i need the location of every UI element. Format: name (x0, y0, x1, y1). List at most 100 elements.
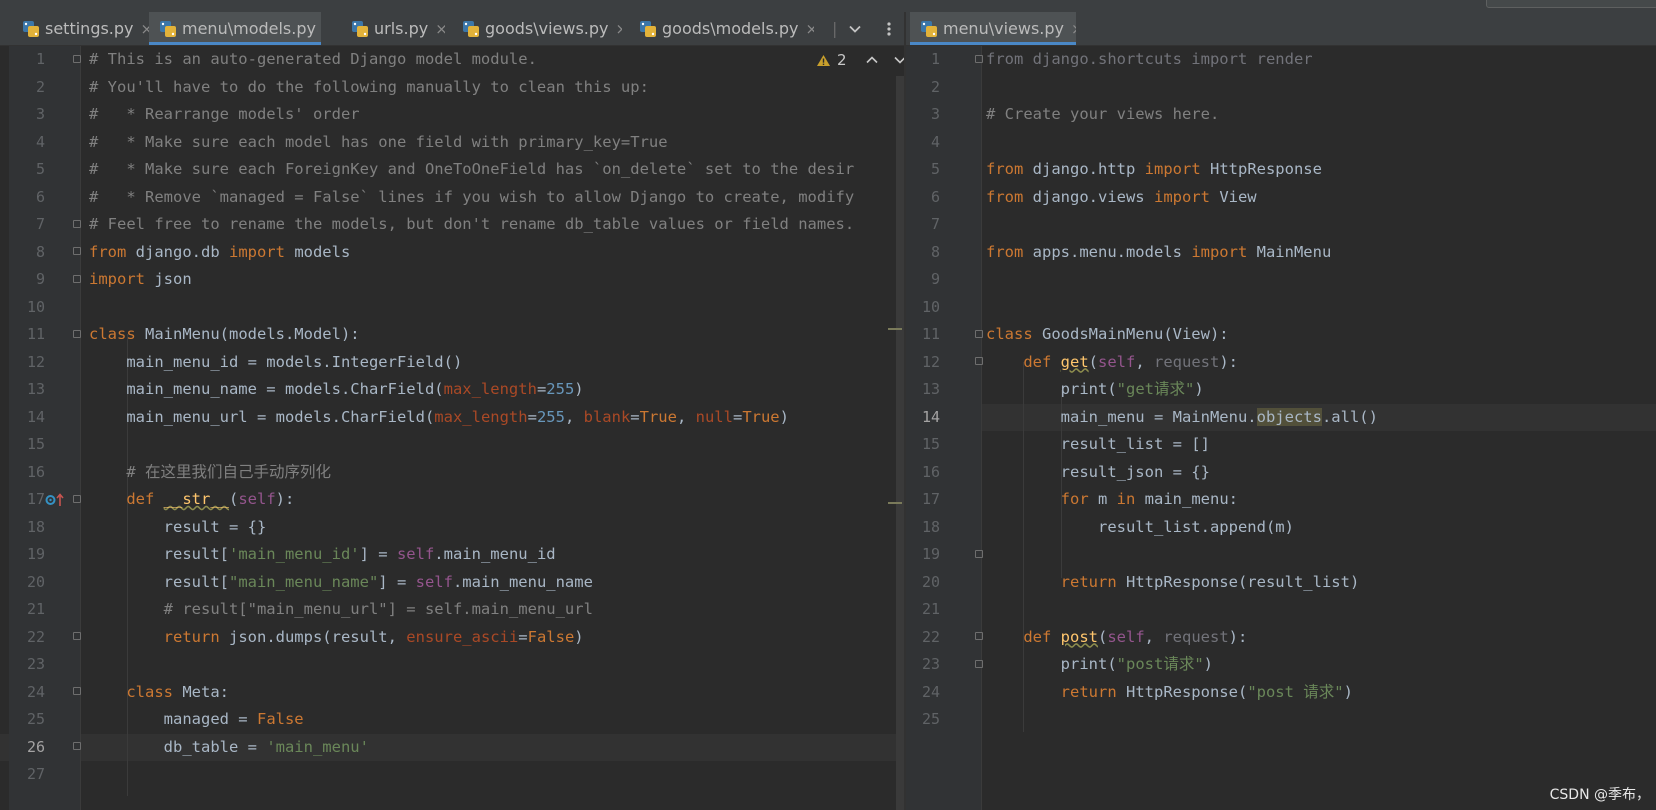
line-number: 18 (921, 517, 940, 536)
code-line: import json (89, 270, 192, 288)
line-number: 1 (35, 50, 45, 68)
close-icon[interactable]: × (1071, 20, 1076, 38)
line-number: 23 (921, 655, 940, 673)
code-line: main_menu_name = models.CharField(max_le… (89, 380, 584, 398)
fold-marker-icon[interactable] (73, 495, 81, 503)
python-file-icon (352, 20, 368, 37)
fold-marker-icon[interactable] (73, 687, 81, 695)
fold-marker-icon[interactable] (73, 247, 81, 255)
fold-marker-icon[interactable] (73, 220, 81, 228)
python-file-icon (921, 20, 937, 37)
code-line: return json.dumps(result, ensure_ascii=F… (163, 627, 584, 646)
fold-marker-icon[interactable] (73, 275, 81, 283)
fold-marker-icon[interactable] (975, 330, 983, 338)
line-number: 8 (930, 242, 940, 261)
search-field[interactable] (1486, 0, 1656, 8)
code-line: from django.http import HttpResponse (986, 160, 1322, 178)
fold-marker-icon[interactable] (73, 632, 81, 640)
line-number: 4 (930, 132, 940, 151)
line-number: 17 (26, 490, 45, 508)
line-number: 26 (26, 737, 45, 756)
code-line: # This is an auto-generated Django model… (89, 50, 537, 68)
line-number: 11 (921, 325, 940, 343)
line-number: 22 (26, 627, 45, 646)
code-line: from apps.menu.models import MainMenu (986, 242, 1332, 261)
tab-label: menu\models.py (182, 19, 316, 38)
code-line: # 在这里我们自己手动序列化 (89, 462, 331, 481)
line-number: 3 (35, 105, 45, 123)
line-number: 16 (26, 462, 45, 481)
code-line: from django.shortcuts import render (986, 50, 1313, 68)
code-line: class MainMenu(models.Model): (89, 325, 360, 343)
close-icon[interactable]: × (435, 20, 445, 38)
tab-goods-views-py[interactable]: goods\views.py × (452, 12, 622, 45)
line-number: 12 (921, 352, 940, 371)
line-number: 6 (35, 187, 45, 206)
fold-marker-icon[interactable] (73, 55, 81, 63)
code-line: for m in main_menu: (1060, 490, 1238, 508)
code-line: # Create your views here. (986, 105, 1220, 123)
code-line: def get(self, request): (1023, 352, 1239, 371)
tab-goods-models-py[interactable]: goods\models.py × (629, 12, 814, 45)
line-number: 22 (921, 627, 940, 646)
code-line: # Feel free to rename the models, but do… (89, 215, 855, 233)
code-line: # * Rearrange models' order (89, 105, 360, 123)
line-number: 5 (35, 160, 45, 178)
tab-menu-models-py[interactable]: menu\models.py × (149, 12, 321, 45)
left-editor[interactable]: 1 2 3 4 5 6 7 8 9 10 11 12 13 14 15 16 1… (0, 46, 904, 810)
close-icon[interactable]: × (141, 20, 149, 38)
line-number: 2 (930, 77, 940, 96)
tab-settings-py[interactable]: settings.py × (12, 12, 149, 45)
close-icon[interactable]: × (805, 20, 814, 38)
line-number: 4 (35, 132, 45, 151)
left-tab-bar: settings.py × menu\models.py × urls.py ×… (0, 12, 904, 46)
vertical-scrollbar[interactable] (896, 76, 904, 810)
error-stripe-marker[interactable] (888, 502, 902, 504)
fold-marker-icon[interactable] (975, 550, 983, 558)
code-line: managed = False (89, 710, 304, 728)
fold-marker-icon[interactable] (975, 632, 983, 640)
tab-urls-py[interactable]: urls.py × (341, 12, 445, 45)
code-line: result_json = {} (986, 462, 1210, 481)
code-line: result_list = [] (986, 435, 1210, 453)
close-icon[interactable]: × (616, 20, 622, 38)
tab-menu-views-py[interactable]: menu\views.py × (910, 12, 1076, 45)
code-line: class GoodsMainMenu(View): (986, 325, 1229, 343)
tab-label: urls.py (374, 19, 429, 38)
line-number: 6 (930, 187, 940, 206)
code-line: result['main_menu_id'] = self.main_menu_… (89, 545, 556, 563)
overrides-method-icon[interactable] (45, 493, 67, 507)
chevron-up-icon[interactable] (865, 53, 879, 67)
code-line: print("get请求") (986, 380, 1204, 398)
fold-marker-icon[interactable] (73, 330, 81, 338)
line-number: 10 (921, 297, 940, 316)
code-line: # * Make sure each model has one field w… (89, 132, 668, 151)
more-options-icon[interactable] (886, 12, 892, 45)
fold-marker-icon[interactable] (975, 55, 983, 63)
line-number: 21 (26, 600, 45, 618)
code-line: # result["main_menu_url"] = self.main_me… (89, 600, 593, 618)
warning-count: 2 (837, 51, 847, 69)
code-line: result_list.append(m) (986, 517, 1294, 536)
fold-marker-icon[interactable] (975, 357, 983, 365)
code-line: # * Remove `managed = False` lines if yo… (89, 187, 855, 206)
chevron-down-icon[interactable] (893, 53, 904, 67)
chevron-down-icon[interactable] (848, 12, 862, 45)
line-number: 7 (35, 215, 45, 233)
inspection-widget[interactable]: 2 (816, 51, 904, 69)
line-number: 15 (26, 435, 45, 453)
line-number: 23 (26, 655, 45, 673)
line-number: 16 (921, 462, 940, 481)
line-number: 27 (26, 765, 45, 783)
code-line: result["main_menu_name"] = self.main_men… (89, 572, 593, 591)
python-file-icon (463, 20, 479, 37)
line-number: 18 (26, 517, 45, 536)
code-line: db_table = 'main_menu' (89, 737, 369, 756)
right-editor[interactable]: 1 2 3 4 5 6 7 8 9 10 11 12 13 14 15 16 1… (906, 46, 1656, 810)
line-number: 14 (921, 407, 940, 426)
python-file-icon (160, 20, 176, 37)
warning-icon (817, 54, 830, 66)
error-stripe-marker[interactable] (888, 328, 902, 330)
fold-marker-icon[interactable] (73, 742, 81, 750)
fold-marker-icon[interactable] (975, 660, 983, 668)
